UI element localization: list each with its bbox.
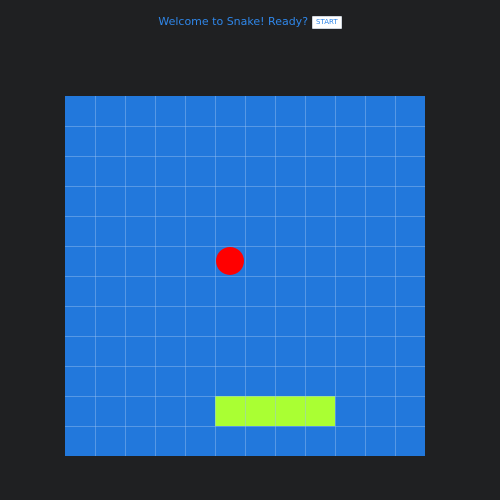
grid-line-horizontal [65, 126, 425, 127]
snake-segment [275, 396, 305, 426]
snake-segment [245, 396, 275, 426]
grid-line-horizontal [65, 336, 425, 337]
grid-line-horizontal [65, 216, 425, 217]
grid-line-horizontal [65, 186, 425, 187]
food-apple [215, 246, 245, 276]
grid-line-horizontal [65, 306, 425, 307]
grid-line-horizontal [65, 276, 425, 277]
snake-head [305, 396, 335, 426]
grid-line-horizontal [65, 426, 425, 427]
game-header: Welcome to Snake! Ready? START [0, 14, 500, 30]
grid-line-horizontal [65, 396, 425, 397]
grid-line-horizontal [65, 246, 425, 247]
game-board [65, 96, 425, 456]
start-button[interactable]: START [312, 15, 342, 29]
grid-line-horizontal [65, 156, 425, 157]
snake-segment [215, 396, 245, 426]
grid-line-horizontal [65, 366, 425, 367]
welcome-message: Welcome to Snake! Ready? [158, 15, 309, 28]
